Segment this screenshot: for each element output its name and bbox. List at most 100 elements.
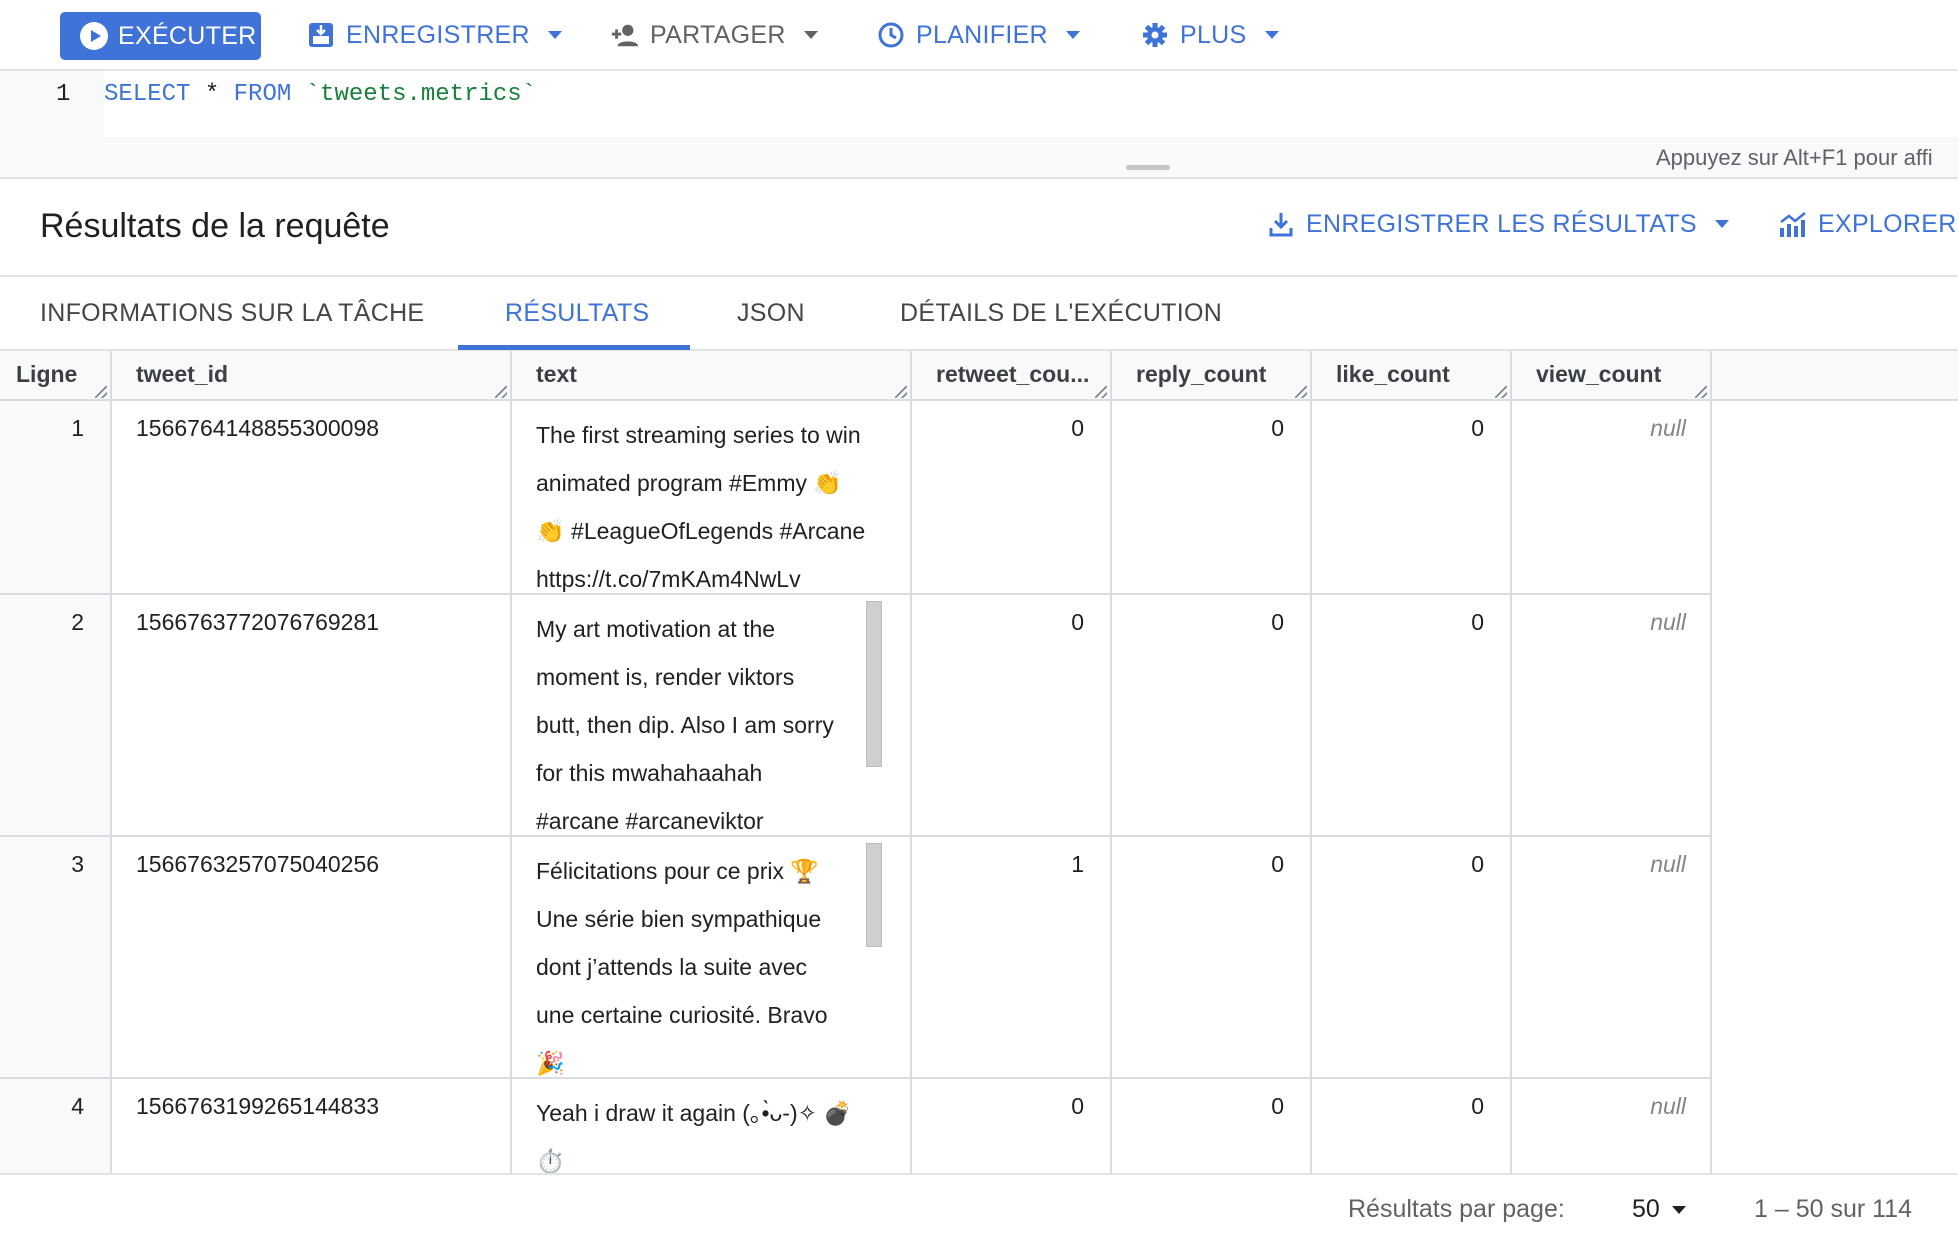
chevron-down-icon	[547, 31, 562, 39]
code-star: *	[204, 81, 220, 108]
row-number: 4	[0, 1079, 112, 1173]
column-resize-handle[interactable]	[495, 386, 507, 398]
column-resize-handle[interactable]	[1695, 386, 1707, 398]
reply-count-cell: 0	[1112, 595, 1312, 835]
explore-button[interactable]: EXPLORER L	[1778, 209, 1958, 239]
reply-count-cell: 0	[1112, 401, 1312, 593]
save-button-label: ENREGISTRER	[346, 20, 530, 49]
tab-job-information[interactable]: INFORMATIONS SUR LA TÂCHE	[40, 299, 424, 328]
cell-scrollbar[interactable]	[866, 601, 882, 767]
results-per-page-select[interactable]: 50	[1632, 1195, 1686, 1224]
text-line: Une série bien sympathique	[536, 906, 822, 932]
like-count-cell: 0	[1312, 595, 1512, 835]
run-button-label: EXÉCUTER	[118, 21, 257, 50]
query-toolbar: EXÉCUTER ENREGISTRER PARTAGER PLANIFIER …	[0, 0, 1958, 71]
retweet-count-cell: 0	[912, 1079, 1112, 1173]
text-line: #arcane #arcaneviktor	[536, 808, 764, 834]
column-resize-handle[interactable]	[895, 386, 907, 398]
play-icon	[80, 22, 108, 50]
results-per-page-label: Résultats par page:	[1348, 1195, 1565, 1223]
text-line: https://t.co/7mKAm4NwLv	[536, 566, 801, 592]
explore-label: EXPLORER L	[1818, 209, 1958, 238]
column-header-tweet-id[interactable]: tweet_id	[112, 351, 512, 401]
retweet-count-cell: 0	[912, 595, 1112, 835]
column-header-retweet-count[interactable]: retweet_cou...	[912, 351, 1112, 401]
column-resize-handle[interactable]	[95, 386, 107, 398]
column-header-text[interactable]: text	[512, 351, 912, 401]
results-per-page-value: 50	[1632, 1195, 1660, 1223]
share-button-label: PARTAGER	[650, 20, 786, 49]
column-header-like-count[interactable]: like_count	[1312, 351, 1512, 401]
table-row[interactable]: 2 1566763772076769281 My art motivation …	[0, 595, 1712, 837]
text-line: 🎉	[536, 1050, 565, 1076]
save-button[interactable]: ENREGISTRER	[306, 14, 562, 56]
text-line: moment is, render viktors	[536, 664, 795, 690]
schedule-button-label: PLANIFIER	[916, 20, 1048, 49]
text-line: The first streaming series to win	[536, 422, 861, 448]
column-header-line[interactable]: Ligne	[0, 351, 112, 401]
text-cell: The first streaming series to win animat…	[512, 401, 912, 593]
table-row[interactable]: 1 1566764148855300098 The first streamin…	[0, 401, 1712, 595]
person-add-icon	[610, 20, 640, 50]
table-row[interactable]: 4 1566763199265144833 Yeah i draw it aga…	[0, 1079, 1712, 1173]
text-cell: Yeah i draw it again (｡•̀ᴗ-)✧ 💣 ⏱️	[512, 1079, 912, 1173]
chevron-down-icon	[1065, 31, 1080, 39]
tab-json[interactable]: JSON	[737, 299, 805, 328]
clock-icon	[876, 20, 906, 50]
tweet-id-cell: 1566763199265144833	[112, 1079, 512, 1173]
sql-editor[interactable]: 1 SELECT * FROM `tweets.metrics` Appuyez…	[0, 71, 1958, 179]
row-number: 1	[0, 401, 112, 593]
column-resize-handle[interactable]	[1295, 386, 1307, 398]
more-button[interactable]: PLUS	[1140, 14, 1279, 56]
table-header-row: Ligne tweet_id text retweet_cou... reply…	[0, 351, 1958, 401]
retweet-count-cell: 0	[912, 401, 1112, 593]
tab-results[interactable]: RÉSULTATS	[505, 299, 649, 328]
chevron-down-icon	[1264, 31, 1279, 39]
view-count-cell: null	[1512, 595, 1712, 835]
tweet-id-cell: 1566763772076769281	[112, 595, 512, 835]
results-table: Ligne tweet_id text retweet_cou... reply…	[0, 351, 1958, 1173]
save-results-button[interactable]: ENREGISTRER LES RÉSULTATS	[1266, 209, 1729, 239]
like-count-cell: 0	[1312, 837, 1512, 1077]
text-line: My art motivation at the	[536, 616, 776, 642]
download-icon	[1266, 209, 1296, 239]
like-count-cell: 0	[1312, 1079, 1512, 1173]
accessibility-hint: Appuyez sur Alt+F1 pour affi	[1656, 145, 1933, 170]
column-header-view-count[interactable]: view_count	[1512, 351, 1712, 401]
pagination-bar: Résultats par page: 50 1 – 50 sur 114	[0, 1173, 1958, 1242]
active-tab-indicator	[458, 345, 690, 350]
view-count-cell: null	[1512, 401, 1712, 593]
table-row[interactable]: 3 1566763257075040256 Félicitations pour…	[0, 837, 1712, 1079]
more-button-label: PLUS	[1180, 20, 1247, 49]
share-button[interactable]: PARTAGER	[610, 14, 818, 56]
sql-code[interactable]: SELECT * FROM `tweets.metrics`	[104, 81, 536, 108]
reply-count-cell: 0	[1112, 1079, 1312, 1173]
text-line: butt, then dip. Also I am sorry	[536, 712, 834, 738]
schedule-button[interactable]: PLANIFIER	[876, 14, 1080, 56]
results-header: Résultats de la requête ENREGISTRER LES …	[0, 179, 1958, 277]
gear-icon	[1140, 20, 1170, 50]
text-line: ⏱️	[536, 1148, 565, 1173]
view-count-cell: null	[1512, 837, 1712, 1077]
text-cell: My art motivation at the moment is, rend…	[512, 595, 912, 835]
text-line: Yeah i draw it again (｡•̀ᴗ-)✧ 💣	[536, 1100, 852, 1126]
column-resize-handle[interactable]	[1095, 386, 1107, 398]
save-icon	[306, 20, 336, 50]
view-count-cell: null	[1512, 1079, 1712, 1173]
chevron-down-icon	[1671, 1205, 1686, 1214]
results-title: Résultats de la requête	[40, 207, 390, 245]
column-resize-handle[interactable]	[1495, 386, 1507, 398]
editor-resize-handle[interactable]	[1126, 165, 1170, 170]
tweet-id-cell: 1566764148855300098	[112, 401, 512, 593]
text-line: dont j’attends la suite avec	[536, 954, 808, 980]
code-table-name: `tweets.metrics`	[305, 81, 537, 108]
row-number: 3	[0, 837, 112, 1077]
tab-execution-details[interactable]: DÉTAILS DE L'EXÉCUTION	[900, 299, 1222, 328]
text-cell: Félicitations pour ce prix 🏆 Une série b…	[512, 837, 912, 1077]
row-number: 2	[0, 595, 112, 835]
column-header-reply-count[interactable]: reply_count	[1112, 351, 1312, 401]
cell-scrollbar[interactable]	[866, 843, 882, 947]
code-keyword-select: SELECT	[104, 81, 191, 108]
run-button[interactable]: EXÉCUTER	[60, 12, 261, 60]
like-count-cell: 0	[1312, 401, 1512, 593]
